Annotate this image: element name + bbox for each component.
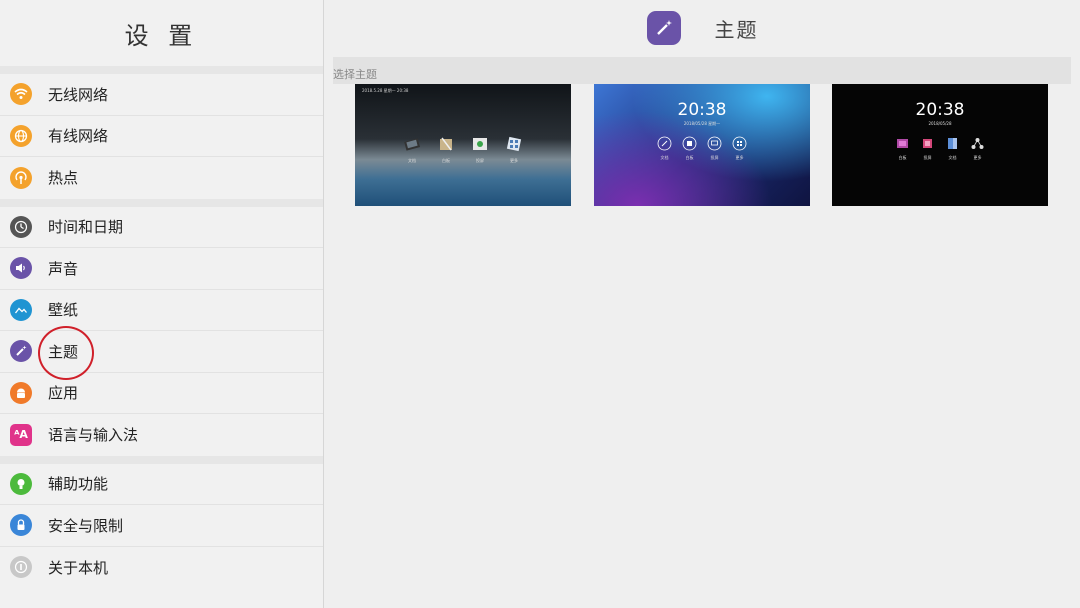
section-label: 选择主题 xyxy=(333,68,377,81)
theme-option-classic[interactable]: 2018.5.28 星期一 20:38 文档 白板 投屏 更多 xyxy=(355,84,571,206)
sidebar-item-label: 安全与限制 xyxy=(48,516,124,535)
whiteboard-icon xyxy=(897,139,908,148)
sidebar-item-apps[interactable]: 应用 xyxy=(0,373,323,414)
more-icon xyxy=(971,138,984,149)
sidebar-item-label: 语言与输入法 xyxy=(48,426,139,445)
sidebar-group-device: 时间和日期 声音 壁纸 主题 应用 ᴬA 语言与输入法 xyxy=(0,207,323,456)
section-header-bar xyxy=(333,57,1071,84)
sidebar-item-label: 时间和日期 xyxy=(48,218,124,237)
theme-date: 2018/05/28 星期一 xyxy=(683,121,721,126)
theme-option-dark[interactable]: 20:38 2018/05/28 白板 投屏 文档 更多 xyxy=(832,84,1048,206)
document-icon xyxy=(404,138,421,151)
theme-status-text: 2018.5.28 星期一 20:38 xyxy=(362,88,409,93)
sidebar-item-accessibility[interactable]: 辅助功能 xyxy=(0,464,323,505)
language-icon: ᴬA xyxy=(10,423,32,446)
hotspot-icon xyxy=(10,166,32,189)
theme-app-row: 文档 白板 投屏 更多 xyxy=(594,136,810,161)
whiteboard-icon xyxy=(440,137,452,151)
cast-icon xyxy=(473,138,487,150)
theme-app-label: 更多 xyxy=(510,158,518,163)
theme-app-label: 文档 xyxy=(408,158,416,163)
sidebar-item-about[interactable]: 关于本机 xyxy=(0,547,323,589)
divider xyxy=(0,455,323,464)
lock-icon xyxy=(10,514,32,537)
theme-clock: 20:38 xyxy=(915,100,965,120)
globe-icon xyxy=(10,124,32,147)
sidebar-item-label: 关于本机 xyxy=(48,558,109,577)
theme-app: 更多 xyxy=(970,136,985,161)
lightbulb-icon xyxy=(10,472,32,495)
sidebar-item-language[interactable]: ᴬA 语言与输入法 xyxy=(0,414,323,456)
wallpaper-icon xyxy=(10,298,32,321)
theme-app: 投屏 xyxy=(470,134,490,164)
sidebar-group-system: 辅助功能 安全与限制 关于本机 xyxy=(0,464,323,589)
theme-app-label: 白板 xyxy=(898,155,907,160)
theme-app: 更多 xyxy=(732,136,747,161)
sidebar-item-theme[interactable]: 主题 xyxy=(0,331,323,373)
cast-icon xyxy=(707,136,722,151)
theme-app: 文档 xyxy=(402,134,422,164)
theme-app: 投屏 xyxy=(920,136,935,161)
theme-app-label: 更多 xyxy=(973,155,982,160)
theme-clock: 20:38 xyxy=(677,100,727,120)
theme-app-label: 白板 xyxy=(442,158,450,163)
sidebar-item-label: 应用 xyxy=(48,384,79,403)
theme-app: 更多 xyxy=(504,134,524,164)
theme-app-label: 投屏 xyxy=(476,158,484,163)
sidebar-item-wifi[interactable]: 无线网络 xyxy=(0,74,323,116)
page-title: 主题 xyxy=(714,17,759,42)
more-icon xyxy=(506,136,522,152)
magic-wand-icon xyxy=(646,11,681,45)
theme-app-row: 白板 投屏 文档 更多 xyxy=(832,136,1048,161)
divider xyxy=(0,66,323,74)
theme-app: 白板 xyxy=(436,134,456,164)
theme-app-row: 文档 白板 投屏 更多 xyxy=(355,134,571,164)
theme-app-label: 投屏 xyxy=(923,155,932,160)
sidebar-item-hotspot[interactable]: 热点 xyxy=(0,157,323,199)
sidebar-item-label: 主题 xyxy=(48,342,79,361)
settings-sidebar: 设 置 无线网络 有线网络 热点 时间和日期 声音 壁纸 主题 应用 ᴬA 语言… xyxy=(0,0,324,608)
android-icon xyxy=(10,381,32,404)
sidebar-item-security[interactable]: 安全与限制 xyxy=(0,505,323,547)
clock-icon xyxy=(10,215,32,238)
sidebar-item-label: 热点 xyxy=(48,169,79,188)
cast-icon xyxy=(923,139,932,148)
theme-date: 2018/05/28 xyxy=(928,121,952,126)
theme-app-label: 更多 xyxy=(735,155,744,160)
sidebar-title: 设 置 xyxy=(124,21,199,50)
theme-app: 投屏 xyxy=(707,136,722,161)
grid-icon xyxy=(732,136,747,151)
sidebar-item-datetime[interactable]: 时间和日期 xyxy=(0,207,323,248)
sidebar-item-sound[interactable]: 声音 xyxy=(0,248,323,290)
theme-app-label: 文档 xyxy=(660,155,669,160)
sidebar-item-label: 壁纸 xyxy=(48,301,79,320)
sidebar-group-network: 无线网络 有线网络 热点 xyxy=(0,74,323,199)
sidebar-item-label: 声音 xyxy=(48,259,79,278)
theme-app: 白板 xyxy=(682,136,697,161)
magic-wand-icon xyxy=(10,340,32,363)
edit-icon xyxy=(657,136,672,151)
copy-icon xyxy=(682,136,697,151)
sidebar-item-label: 辅助功能 xyxy=(48,475,109,494)
theme-panel: 主题 选择主题 2018.5.28 星期一 20:38 文档 白板 投屏 更多 xyxy=(325,0,1080,608)
info-icon xyxy=(10,556,32,579)
theme-app: 白板 xyxy=(895,136,910,161)
sidebar-item-label: 无线网络 xyxy=(48,85,109,104)
speaker-icon xyxy=(10,257,32,280)
document-icon xyxy=(948,138,957,149)
panel-header: 主题 xyxy=(325,0,1080,56)
theme-app: 文档 xyxy=(945,136,960,161)
theme-app-label: 投屏 xyxy=(710,155,719,160)
wifi-icon xyxy=(10,83,32,106)
sidebar-item-ethernet[interactable]: 有线网络 xyxy=(0,116,323,157)
sidebar-item-wallpaper[interactable]: 壁纸 xyxy=(0,290,323,331)
sidebar-item-label: 有线网络 xyxy=(48,127,109,146)
theme-app-label: 白板 xyxy=(685,155,694,160)
theme-app-label: 文档 xyxy=(948,155,957,160)
theme-app: 文档 xyxy=(657,136,672,161)
divider xyxy=(0,198,323,207)
theme-option-gradient[interactable]: 20:38 2018/05/28 星期一 文档 白板 投屏 更多 xyxy=(594,84,810,206)
